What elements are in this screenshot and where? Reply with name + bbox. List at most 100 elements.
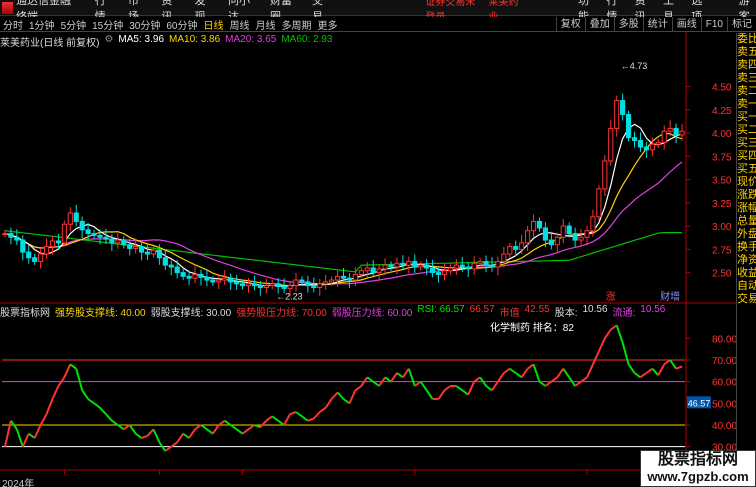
candle-body [228, 277, 234, 283]
app-logo-icon [2, 1, 14, 14]
candle-body [263, 285, 269, 288]
settings-icon[interactable]: ⚙ [104, 34, 113, 46]
candle-body [519, 242, 525, 250]
huaxian-button[interactable]: 画线 [671, 17, 701, 32]
candle-body [299, 279, 305, 283]
candle-body [73, 212, 79, 222]
rsi-segment [182, 432, 190, 439]
candle-body [281, 286, 287, 289]
rsi-segment [348, 389, 357, 404]
rsi-segment [301, 415, 309, 422]
tab-15min[interactable]: 15分钟 [89, 17, 126, 32]
rsi-segment [437, 389, 446, 400]
side-buy1: 买一 [737, 111, 756, 123]
tab-monthly[interactable]: 月线 [253, 17, 279, 32]
side-mai4: 卖四 [737, 59, 756, 71]
rsi-segment [615, 325, 624, 343]
watermark-line1: 股票指标网 [657, 451, 738, 468]
tab-60min[interactable]: 60分钟 [163, 17, 200, 32]
candle-body [530, 220, 537, 232]
candle-body [572, 233, 578, 241]
rsi-segment [15, 429, 24, 447]
rsi-value-tag-label: 46.57 [688, 398, 711, 408]
candle-body [679, 130, 685, 136]
candle-body [239, 283, 246, 287]
rsi-segment [467, 381, 476, 396]
candle-body [311, 285, 317, 288]
candle-body [465, 266, 471, 270]
rsi-segment [455, 385, 463, 392]
tab-more[interactable]: 更多 [315, 17, 341, 32]
candle-body [2, 233, 8, 236]
side-jiaoyi[interactable]: 交易 [737, 293, 756, 306]
rsi-segment [75, 368, 84, 391]
tongji-button[interactable]: 统计 [642, 17, 672, 32]
kline-chart[interactable]: 4.50 4.25 4.00 3.75 3.50 3.25 3.00 2.75 2.50 ←4.7… [0, 32, 736, 475]
candle-body [156, 249, 162, 259]
rsi-segment [461, 389, 469, 396]
rsi-segment [509, 367, 517, 374]
candle-body [542, 227, 549, 241]
rsi-segment [111, 419, 119, 426]
zhang-marker: 涨 [606, 291, 616, 303]
price-tick-label: 3.00 [712, 222, 732, 233]
candle-body [625, 113, 632, 139]
side-zidong[interactable]: 自动 [737, 280, 756, 293]
main-legend: 莱美药业(日线 前复权) ⚙ MA5: 3.96 MA10: 3.86 MA20… [0, 34, 332, 49]
rsi-segment [669, 359, 677, 370]
candle-body [287, 285, 293, 289]
candle-body [352, 273, 358, 281]
rsi-segment [259, 419, 268, 428]
candle-body [602, 160, 608, 190]
rsi-segment [657, 363, 666, 376]
rsi-segment [93, 402, 101, 409]
candle-body [441, 270, 448, 275]
rsi-segment [170, 441, 178, 448]
tab-weekly[interactable]: 周线 [227, 17, 253, 32]
rsi-segment [354, 385, 362, 392]
rsi-segment [241, 428, 250, 435]
fuquan-button[interactable]: 复权 [555, 17, 585, 32]
candle-body [293, 279, 299, 287]
rsi-segment [443, 385, 451, 392]
tab-multi-period[interactable]: 多周期 [279, 17, 315, 32]
candle-body [376, 268, 382, 274]
candle-body [364, 267, 370, 272]
candle-body [536, 220, 543, 229]
rsi-segment [200, 424, 208, 431]
candle-body [620, 100, 626, 115]
candle-body [447, 267, 453, 272]
candle-body [97, 234, 103, 238]
biaoji-button[interactable]: 标记 [727, 17, 756, 32]
duogu-button[interactable]: 多股 [613, 17, 643, 32]
candle-body [590, 216, 596, 232]
rsi-segment [580, 376, 588, 383]
tab-30min[interactable]: 30分钟 [126, 17, 163, 32]
rsi-segment [330, 391, 339, 400]
rsi-segment [419, 381, 428, 391]
rsi-segment [319, 406, 327, 413]
rsi-segment [633, 372, 642, 379]
candle-body [430, 267, 436, 274]
menu-bar: 通达信金融终端 行情 市场 资讯 发现 问小达 财富圈 交易 证券交易未登录 莱… [0, 0, 756, 23]
candle-body [180, 272, 186, 277]
caizeng-marker: 财增 [660, 290, 680, 303]
rsi-segment [627, 363, 636, 374]
side-waipan: 外盘 [737, 228, 756, 240]
tab-5min[interactable]: 5分钟 [58, 17, 90, 32]
tab-daily[interactable]: 日线 [201, 17, 227, 32]
diejia-button[interactable]: 叠加 [584, 17, 614, 32]
rsi-segment [324, 398, 333, 409]
candle-body [525, 230, 531, 244]
tab-fenshi[interactable]: 分时 [0, 17, 26, 32]
ma20-line [4, 161, 683, 285]
f10-button[interactable]: F10 [700, 17, 727, 32]
rsi-segment [289, 411, 297, 416]
candle-body [435, 272, 442, 275]
candle-body [584, 230, 590, 238]
tab-1min[interactable]: 1分钟 [26, 17, 58, 32]
candle-body [168, 264, 174, 268]
candle-body [554, 236, 560, 246]
rsi-segment [188, 428, 196, 439]
rsi-segment [128, 424, 137, 435]
